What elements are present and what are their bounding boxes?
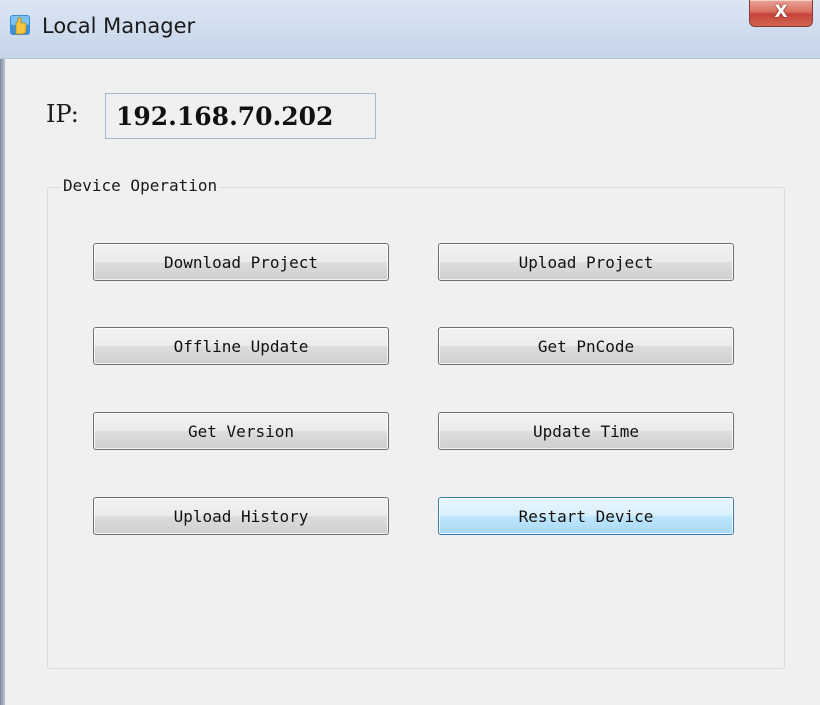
close-button[interactable]: X — [749, 0, 813, 27]
close-icon: X — [774, 2, 788, 22]
app-hand-icon — [10, 15, 30, 35]
download-project-button[interactable]: Download Project — [93, 243, 389, 281]
upload-project-button[interactable]: Upload Project — [438, 243, 734, 281]
update-time-button[interactable]: Update Time — [438, 412, 734, 450]
offline-update-button[interactable]: Offline Update — [93, 327, 389, 365]
title-bar[interactable]: Local Manager X — [0, 0, 820, 59]
upload-history-button[interactable]: Upload History — [93, 497, 389, 535]
get-version-button[interactable]: Get Version — [93, 412, 389, 450]
restart-device-button[interactable]: Restart Device — [438, 497, 734, 535]
window-title: Local Manager — [42, 14, 196, 38]
ip-label: IP: — [46, 100, 79, 128]
get-pncode-button[interactable]: Get PnCode — [438, 327, 734, 365]
ip-input[interactable]: 192.168.70.202 — [105, 93, 376, 139]
group-title: Device Operation — [60, 176, 221, 195]
